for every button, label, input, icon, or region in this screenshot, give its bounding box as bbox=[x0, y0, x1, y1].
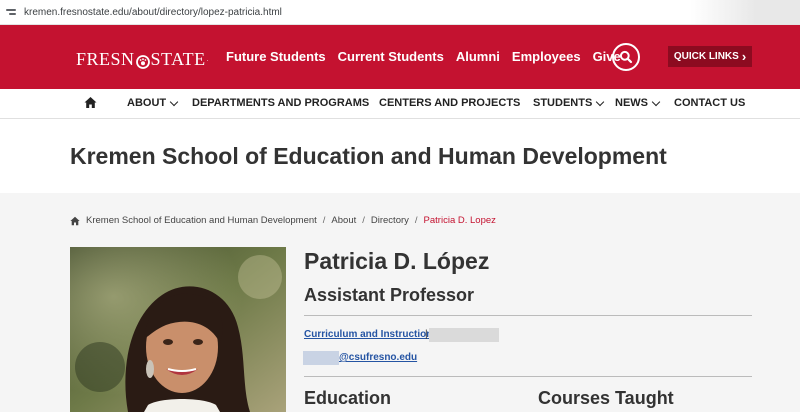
subnav-departments-label: DEPARTMENTS AND PROGRAMS bbox=[192, 97, 370, 109]
nav-future-students[interactable]: Future Students bbox=[226, 49, 326, 64]
chevron-down-icon bbox=[169, 97, 179, 106]
site-settings-icon[interactable] bbox=[6, 7, 18, 17]
nav-alumni[interactable]: Alumni bbox=[456, 49, 500, 64]
browser-address-bar[interactable]: kremen.fresnostate.edu/about/directory/l… bbox=[0, 0, 800, 25]
logo-mark: . bbox=[206, 56, 209, 63]
home-icon[interactable] bbox=[70, 216, 80, 226]
breadcrumb-separator: / bbox=[322, 215, 326, 226]
breadcrumb-link-about[interactable]: About bbox=[331, 215, 356, 226]
subnav-centers[interactable]: CENTERS AND PROJECTS bbox=[379, 97, 520, 109]
site-title-bar: Kremen School of Education and Human Dev… bbox=[0, 119, 800, 193]
education-heading: Education bbox=[304, 388, 392, 408]
profile-title: Assistant Professor bbox=[304, 285, 475, 305]
profile-photo bbox=[70, 247, 286, 412]
bulldog-paw-icon bbox=[135, 53, 150, 69]
nav-employees[interactable]: Employees bbox=[512, 49, 581, 64]
breadcrumb-separator: / bbox=[362, 215, 365, 226]
subnav-contact[interactable]: CONTACT US bbox=[674, 97, 745, 109]
search-icon bbox=[619, 50, 633, 64]
divider bbox=[304, 376, 752, 377]
nav-current-students[interactable]: Current Students bbox=[338, 49, 444, 64]
breadcrumb-separator: / bbox=[414, 215, 418, 226]
breadcrumb-link-kremen[interactable]: Kremen School of Education and Human Dev… bbox=[86, 215, 317, 226]
fresno-state-logo[interactable]: FRESN STATE . bbox=[76, 49, 209, 70]
department-link[interactable]: Curriculum and Instruction bbox=[304, 329, 432, 340]
quick-links-label: QUICK LINKS bbox=[673, 51, 739, 62]
home-icon[interactable] bbox=[84, 96, 97, 109]
quick-links-button[interactable]: QUICK LINKS › bbox=[668, 46, 752, 67]
subnav-about[interactable]: ABOUT bbox=[127, 97, 179, 109]
redacted-phone bbox=[429, 328, 499, 342]
divider bbox=[304, 315, 752, 316]
separator-pipe: | bbox=[425, 329, 428, 340]
subnav-news[interactable]: NEWS bbox=[615, 97, 661, 109]
profile-name: Patricia D. López bbox=[304, 248, 490, 274]
subnav-students-label: STUDENTS bbox=[533, 97, 593, 109]
address-bar-fade bbox=[690, 0, 800, 24]
subnav-departments[interactable]: DEPARTMENTS AND PROGRAMS bbox=[192, 97, 369, 109]
subnav-contact-label: CONTACT US bbox=[674, 97, 746, 109]
chevron-down-icon bbox=[596, 97, 605, 106]
subnav-news-label: NEWS bbox=[615, 97, 648, 109]
logo-text-right: STATE bbox=[150, 49, 206, 69]
subnav-centers-label: CENTERS AND PROJECTS bbox=[379, 97, 521, 109]
site-title[interactable]: Kremen School of Education and Human Dev… bbox=[70, 143, 667, 170]
secondary-nav: ABOUT DEPARTMENTS AND PROGRAMS CENTERS A… bbox=[0, 89, 800, 119]
main-nav: Future Students Current Students Alumni … bbox=[226, 49, 621, 64]
courses-taught-heading: Courses Taught bbox=[538, 388, 674, 408]
email-link[interactable]: @csufresno.edu bbox=[339, 352, 417, 363]
subnav-about-label: ABOUT bbox=[127, 97, 167, 109]
url-text[interactable]: kremen.fresnostate.edu/about/directory/l… bbox=[24, 7, 282, 18]
chevron-down-icon bbox=[651, 97, 661, 106]
breadcrumb-current: Patricia D. Lopez bbox=[423, 215, 496, 226]
logo-text-left: FRESN bbox=[76, 49, 135, 69]
search-button[interactable] bbox=[612, 43, 640, 71]
breadcrumb-link-directory[interactable]: Directory bbox=[371, 215, 409, 226]
chevron-right-icon: › bbox=[741, 48, 747, 64]
redacted-email-user bbox=[303, 351, 339, 365]
breadcrumb: Kremen School of Education and Human Dev… bbox=[70, 215, 496, 226]
subnav-students[interactable]: STUDENTS bbox=[533, 97, 605, 109]
